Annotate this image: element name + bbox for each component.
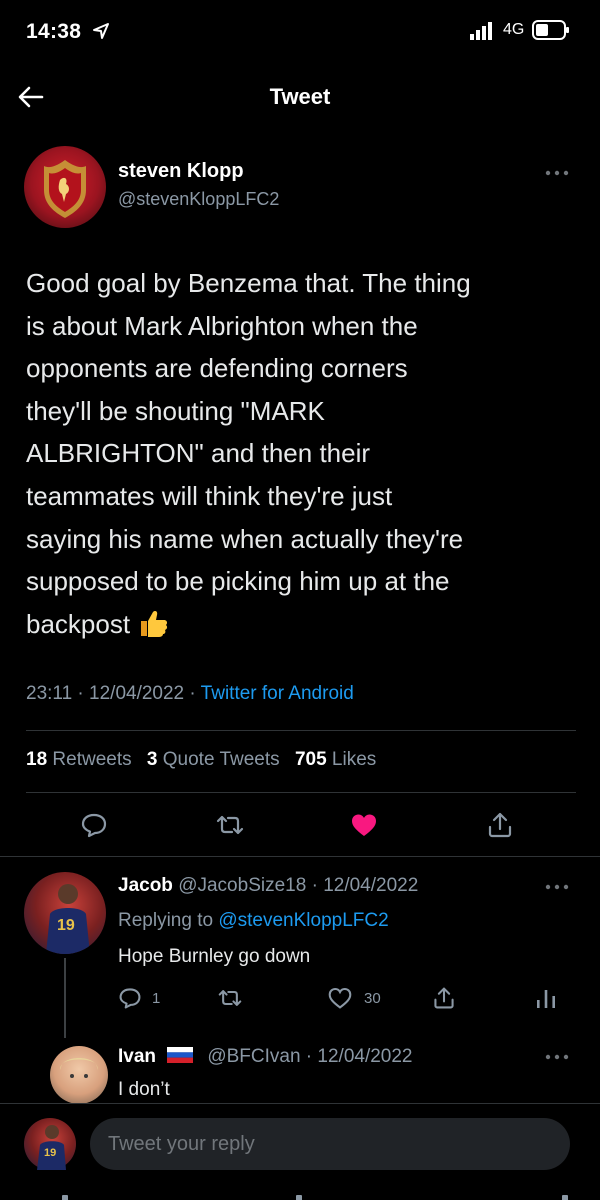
tweet-time: 23:11 (26, 683, 73, 704)
more-horizontal-icon[interactable] (544, 1052, 570, 1062)
top-header: Tweet (0, 70, 600, 126)
meta-separator: · (300, 1046, 318, 1067)
retweets-count: 18 (26, 749, 48, 770)
likes-count: 705 (294, 749, 327, 770)
player-photo-icon: 19 (46, 884, 90, 954)
bottom-nav-peek (62, 1195, 568, 1200)
divider (0, 856, 600, 857)
share-icon[interactable] (432, 986, 456, 1010)
retweets-stat[interactable]: 18 Retweets (26, 749, 132, 770)
signal-strength-icon (470, 22, 492, 40)
author-name[interactable]: steven Klopp (118, 160, 279, 183)
more-horizontal-icon[interactable] (544, 882, 570, 892)
retweet-icon[interactable] (218, 986, 242, 1010)
tweet-meta: 23:11 · 12/04/2022 · Twitter for Android (26, 683, 354, 705)
meta-separator: · (77, 683, 90, 704)
svg-text:19: 19 (57, 917, 75, 934)
author-info: steven Klopp @stevenKloppLFC2 (118, 160, 279, 210)
tweet-source-link[interactable]: Twitter for Android (201, 683, 354, 704)
retweets-label: Retweets (52, 749, 132, 770)
russia-flag-icon (167, 1047, 194, 1063)
replying-to-handle[interactable]: @stevenKloppLFC2 (218, 910, 388, 931)
tweet-text-content: Good goal by Benzema that. The thing is … (26, 268, 471, 639)
reply-author-handle[interactable]: @BFCIvan (207, 1046, 300, 1067)
svg-text:19: 19 (44, 1147, 56, 1159)
reply-input[interactable]: Tweet your reply (90, 1118, 570, 1170)
liverpool-crest-icon (44, 160, 86, 218)
reply-icon[interactable] (118, 986, 142, 1010)
status-time: 14:38 (26, 20, 82, 43)
player-photo-icon: 19 (37, 1125, 66, 1170)
reply-actions: 1 30 (0, 986, 600, 1012)
battery-icon (532, 20, 569, 40)
share-icon[interactable] (486, 811, 514, 839)
retweet-icon[interactable] (216, 811, 244, 839)
reply-count: 1 (152, 990, 161, 1007)
more-horizontal-icon[interactable] (544, 168, 570, 178)
reply-header: Ivan @BFCIvan · 12/04/2022 (118, 1046, 413, 1068)
status-bar: 14:38 4G (0, 0, 600, 64)
profile-photo-icon (60, 1058, 98, 1078)
replying-to: Replying to @stevenKloppLFC2 (118, 910, 389, 932)
author-avatar[interactable] (24, 146, 106, 228)
reply-author-name[interactable]: Jacob (118, 875, 173, 896)
page-title: Tweet (269, 84, 331, 109)
tweet-stats: 18 Retweets 3 Quote Tweets 705 Likes (26, 749, 376, 771)
reply-author-handle[interactable]: @JacobSize18 (178, 875, 306, 896)
tweet-actions (0, 805, 600, 845)
reply-avatar-ivan[interactable] (50, 1046, 108, 1104)
reply-header: Jacob @JacobSize18 · 12/04/2022 (118, 875, 418, 897)
network-type: 4G (503, 21, 525, 38)
tweet-date: 12/04/2022 (89, 683, 185, 704)
meta-separator: · (189, 683, 201, 704)
likes-label: Likes (331, 749, 377, 770)
analytics-icon[interactable] (534, 986, 558, 1010)
reply-text: I don’t (118, 1079, 170, 1100)
heart-icon[interactable] (328, 986, 352, 1010)
reply-icon[interactable] (80, 811, 108, 839)
heart-icon[interactable] (350, 811, 378, 839)
reply-text: Hope Burnley go down (118, 946, 311, 967)
tweet-text: Good goal by Benzema that. The thing is … (26, 262, 586, 645)
quote-tweets-count: 3 (146, 749, 158, 770)
reply-date: 12/04/2022 (317, 1046, 413, 1067)
reply-avatar-jacob[interactable]: 19 (24, 872, 106, 954)
reply-composer: 19 Tweet your reply (0, 1103, 600, 1200)
quote-tweets-stat[interactable]: 3 Quote Tweets (147, 749, 280, 770)
likes-stat[interactable]: 705 Likes (295, 749, 376, 770)
replying-to-label: Replying to (118, 910, 214, 931)
like-count: 30 (364, 990, 381, 1007)
reply-date: 12/04/2022 (323, 875, 419, 896)
location-arrow-icon (93, 23, 109, 39)
thumbs-up-emoji-icon (141, 610, 168, 637)
meta-separator: · (306, 875, 324, 896)
divider (26, 792, 576, 793)
reply-author-name[interactable]: Ivan (118, 1046, 156, 1067)
quote-tweets-label: Quote Tweets (162, 749, 280, 770)
composer-avatar: 19 (24, 1118, 76, 1170)
divider (26, 730, 576, 731)
author-handle[interactable]: @stevenKloppLFC2 (118, 189, 279, 210)
